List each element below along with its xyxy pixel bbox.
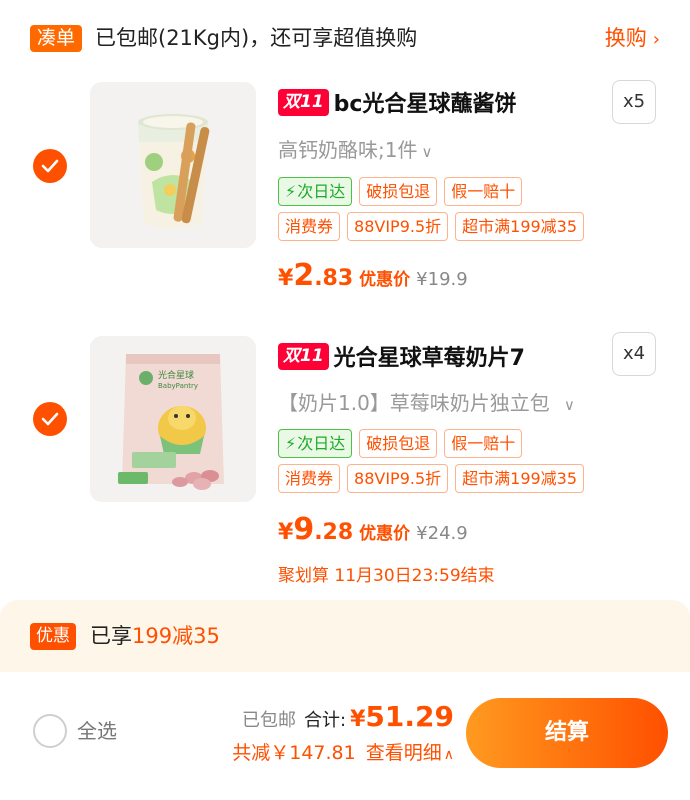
total-currency: ¥: [350, 707, 366, 732]
double11-badge: 双11: [278, 88, 329, 116]
view-detail-link[interactable]: 查看明细: [366, 742, 442, 764]
promo-text: 已包邮(21Kg内)，还可享超值换购: [95, 26, 418, 50]
item-title-row: 双11 光合星球草莓奶片7: [278, 340, 525, 372]
discount-text: 已享199减35: [90, 619, 220, 653]
snack-cup-image: [90, 82, 256, 248]
discount-strip[interactable]: 优惠 已享199减35: [0, 600, 690, 672]
price-label: 优惠价: [359, 270, 411, 290]
check-icon: [41, 159, 59, 173]
package-brand: 光合星球: [158, 369, 194, 381]
item-checkbox[interactable]: [33, 402, 67, 436]
tag-full-reduction: 超市满199减35: [455, 212, 585, 241]
promo-bar: 凑单 已包邮(21Kg内)，还可享超值换购 换购 ›: [0, 0, 690, 78]
next-day-tag: ⚡次日达: [278, 177, 353, 206]
chevron-up-icon: ∧: [443, 747, 454, 763]
promo-tags: 消费券 88VIP9.5折 超市满199减35: [278, 212, 591, 242]
select-all-label[interactable]: 全选: [77, 715, 117, 747]
package-brand-en: BabyPantry: [158, 382, 198, 390]
price-decimal: .83: [314, 266, 354, 291]
next-day-tag-label: 次日达: [297, 434, 346, 453]
next-day-tag: ⚡次日达: [278, 429, 353, 458]
cart-item: 双11 bc光合星球蘸酱饼 x5 高钙奶酪味;1件 ∨ ⚡次日达 破损包退 假一赔十 消…: [0, 78, 690, 308]
sku-selector[interactable]: 【奶片1.0】草莓味奶片独立包 ∨: [278, 387, 575, 416]
item-title[interactable]: bc光合星球蘸酱饼: [334, 86, 517, 118]
juhuasuan-deadline: 聚划算 11月30日23:59结束: [278, 566, 495, 586]
price-label: 优惠价: [359, 524, 411, 544]
item-title-row: 双11 bc光合星球蘸酱饼: [278, 86, 516, 118]
tag-damage-return: 破损包退: [359, 429, 438, 458]
tag-coupon: 消费券: [278, 212, 341, 241]
saved-amount: 共减￥147.81: [232, 742, 356, 764]
product-image[interactable]: [90, 82, 256, 248]
discount-tag: 优惠: [30, 623, 76, 650]
tag-full-reduction: 超市满199减35: [455, 464, 585, 493]
price-decimal: .28: [314, 520, 354, 545]
total-amount: 51.29: [365, 700, 454, 733]
item-checkbox[interactable]: [33, 149, 67, 183]
sku-text: 高钙奶酪味;1件: [278, 138, 418, 162]
cart-item: 光合星球 BabyPantry 双11 光合星球草莓奶片7 x4 【奶片1.0】草…: [0, 332, 690, 594]
service-tags: ⚡次日达 破损包退 假一赔十: [278, 429, 529, 459]
lightning-icon: ⚡: [285, 434, 297, 453]
check-icon: [41, 412, 59, 426]
milk-tablet-bag-image: 光合星球 BabyPantry: [90, 336, 256, 502]
total-row: 已包邮 合计: ¥51.29: [242, 700, 454, 733]
chevron-right-icon: ›: [652, 29, 660, 50]
promo-tag: 凑单: [30, 25, 83, 52]
sku-selector[interactable]: 高钙奶酪味;1件 ∨: [278, 134, 432, 163]
item-title[interactable]: 光合星球草莓奶片7: [334, 340, 525, 372]
service-tags: ⚡次日达 破损包退 假一赔十: [278, 177, 529, 207]
chevron-down-icon: ∨: [563, 396, 575, 414]
quantity-selector[interactable]: x5: [612, 80, 656, 124]
lightning-icon: ⚡: [285, 182, 297, 201]
savings-row[interactable]: 共减￥147.81 查看明细 ∧: [232, 738, 454, 765]
price-row: ¥2.83 优惠价 ¥19.9: [278, 258, 468, 293]
chevron-down-icon: ∨: [421, 143, 433, 161]
quantity-selector[interactable]: x4: [612, 332, 656, 376]
double11-badge: 双11: [278, 342, 329, 370]
exchange-link[interactable]: 换购 ›: [605, 22, 660, 56]
tag-coupon: 消费券: [278, 464, 341, 493]
price-currency: ¥: [278, 520, 294, 545]
price-integer: 2: [293, 258, 315, 293]
exchange-link-label: 换购: [604, 26, 647, 50]
select-all-radio[interactable]: [33, 714, 67, 748]
checkout-button[interactable]: 结算: [466, 698, 668, 768]
original-price: ¥19.9: [416, 269, 468, 290]
tag-fake-compensation: 假一赔十: [444, 177, 523, 206]
discount-prefix: 已享: [90, 624, 132, 648]
shipping-status: 已包邮: [242, 710, 297, 731]
tag-damage-return: 破损包退: [359, 177, 438, 206]
cart-page: 凑单 已包邮(21Kg内)，还可享超值换购 换购 › 双11 bc光合星球蘸酱饼…: [0, 0, 690, 800]
price-row: ¥9.28 优惠价 ¥24.9: [278, 512, 468, 547]
next-day-tag-label: 次日达: [297, 182, 346, 201]
price-currency: ¥: [278, 266, 294, 291]
tag-88vip: 88VIP9.5折: [347, 464, 449, 493]
discount-amount: 199减35: [132, 624, 220, 648]
checkout-bar: 全选 已包邮 合计: ¥51.29 共减￥147.81 查看明细 ∧ 结算: [0, 672, 690, 800]
tag-88vip: 88VIP9.5折: [347, 212, 449, 241]
total-label: 合计:: [304, 710, 347, 731]
promo-tags: 消费券 88VIP9.5折 超市满199减35: [278, 464, 591, 494]
product-image[interactable]: 光合星球 BabyPantry: [90, 336, 256, 502]
original-price: ¥24.9: [416, 523, 468, 544]
tag-fake-compensation: 假一赔十: [444, 429, 523, 458]
price-integer: 9: [293, 512, 315, 547]
sku-text: 【奶片1.0】草莓味奶片独立包: [278, 391, 550, 415]
